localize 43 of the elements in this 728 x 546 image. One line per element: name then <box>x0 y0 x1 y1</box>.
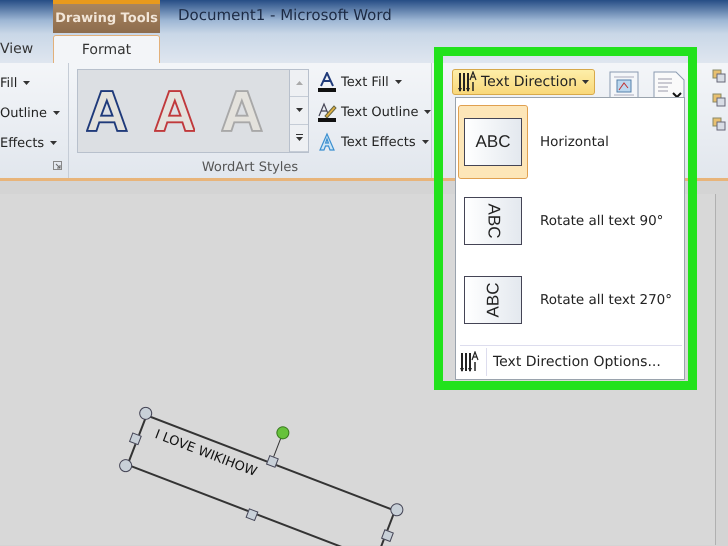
ribbon-command[interactable]: Text Fill <box>317 72 432 92</box>
menu-item[interactable]: ABC Rotate all text 270° <box>458 260 684 340</box>
caret-icon <box>582 80 590 84</box>
direction-preview: ABC <box>464 276 522 324</box>
direction-preview: ABC <box>464 196 522 245</box>
wordart-style-icon[interactable] <box>86 88 128 134</box>
caret-icon <box>394 80 402 84</box>
gallery-more-button[interactable] <box>290 124 308 152</box>
wordart-style-icon[interactable] <box>154 88 196 134</box>
text-fill-icon <box>317 72 337 92</box>
resize-handle[interactable] <box>381 529 394 542</box>
caret-icon <box>296 108 303 112</box>
menu-item[interactable]: Text Direction Options... <box>458 346 684 379</box>
menu-item[interactable]: ABC Horizontal <box>458 102 684 182</box>
caret-icon <box>50 141 58 145</box>
text-direction-icon <box>458 71 478 93</box>
caret-icon <box>23 81 30 85</box>
ribbon-command[interactable]: Fill <box>0 73 68 93</box>
direction-preview: ABC <box>464 118 522 166</box>
ribbon-tab[interactable]: Format <box>53 35 160 63</box>
ribbon-command[interactable]: Text Outline <box>317 102 432 122</box>
text-effects-icon <box>317 132 337 152</box>
window-title: Document1 - Microsoft Word <box>178 6 392 24</box>
resize-handle[interactable] <box>128 432 142 446</box>
text-direction-button[interactable]: Text Direction <box>452 69 596 95</box>
menu-item[interactable]: ABC Rotate all text 90° <box>458 181 684 260</box>
resize-handle[interactable] <box>246 508 258 522</box>
caret-icon <box>53 111 60 115</box>
ribbon-command[interactable]: Text Effects <box>317 132 432 152</box>
contextual-tab-header: Drawing Tools <box>53 0 160 33</box>
gallery-down-button[interactable] <box>290 97 308 125</box>
resize-handle[interactable] <box>266 454 279 468</box>
dialog-launcher-icon <box>53 161 62 170</box>
ribbon-command[interactable]: Outline <box>0 103 68 123</box>
ribbon-command[interactable]: Effects <box>0 133 68 153</box>
group-label: WordArt Styles <box>200 160 300 175</box>
caret-icon <box>422 140 429 144</box>
ribbon-tab[interactable]: View <box>0 35 53 63</box>
text-direction-icon <box>460 351 480 374</box>
caret-icon <box>424 110 432 114</box>
up-arrow-icon <box>296 81 303 86</box>
text-outline-icon <box>317 102 337 122</box>
expand-icon <box>296 134 303 142</box>
